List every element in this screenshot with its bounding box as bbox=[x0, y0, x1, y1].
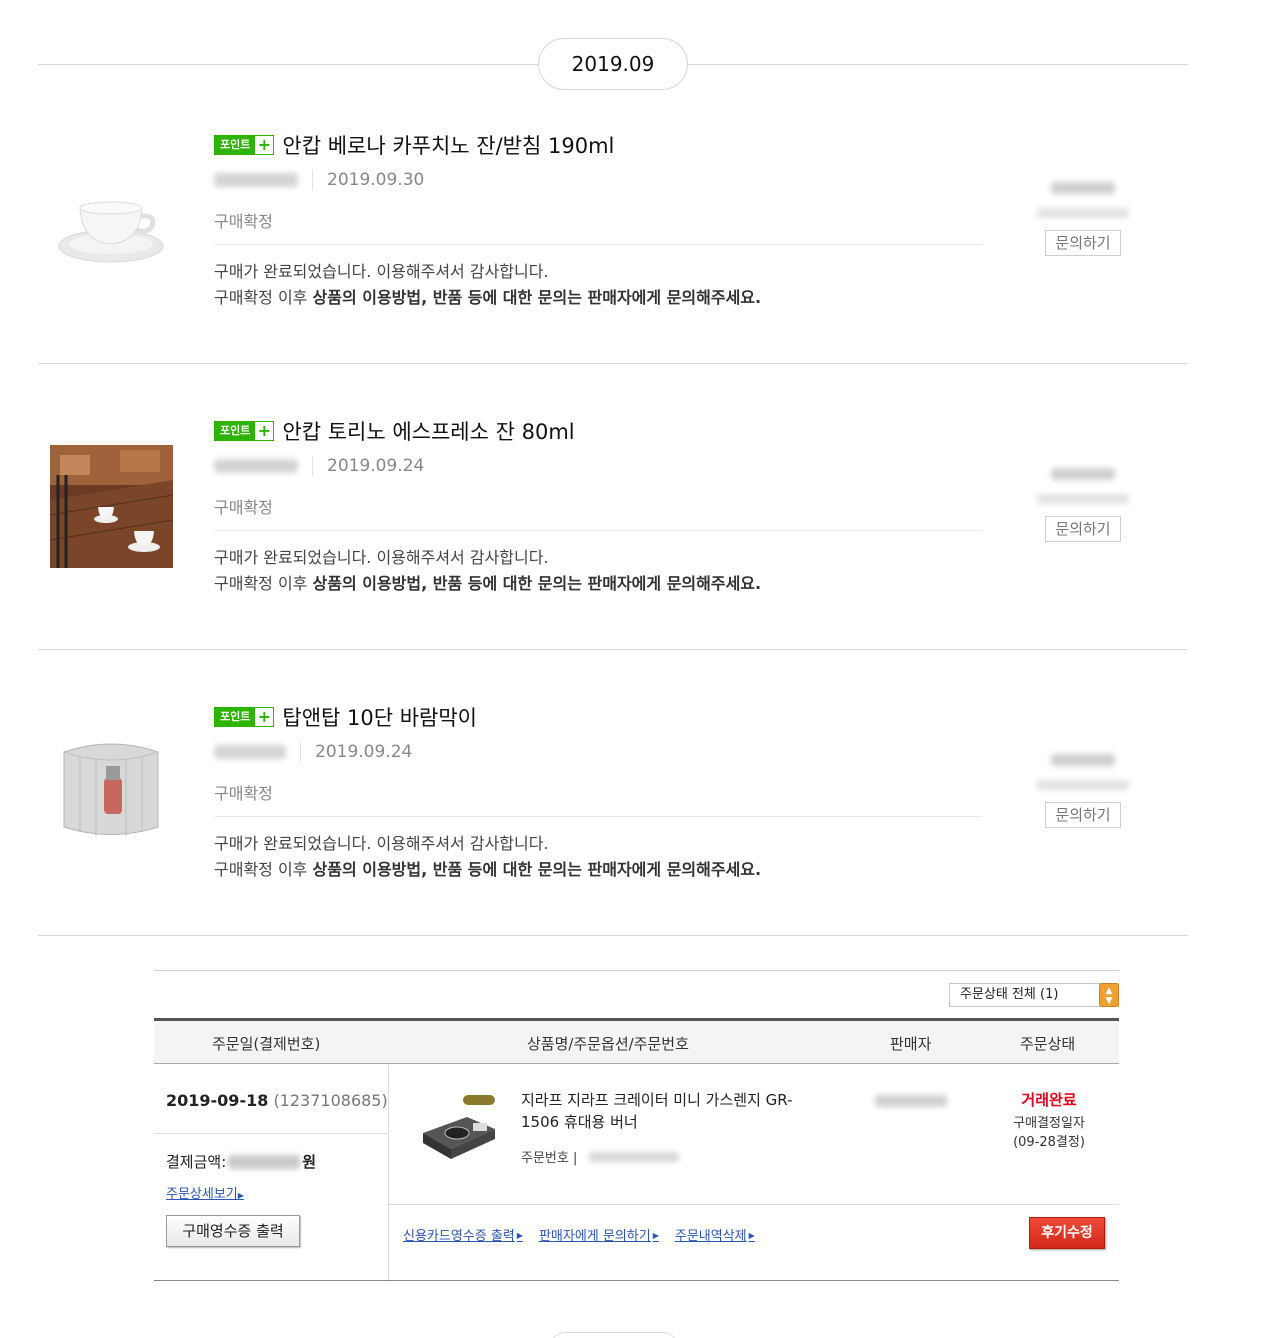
print-receipt-button[interactable]: 구매영수증 출력 bbox=[166, 1215, 300, 1247]
payment-amount: 결제금액: 원 bbox=[166, 1153, 317, 1171]
seller-info: 문의하기 bbox=[1018, 468, 1148, 542]
order-message: 구매가 완료되었습니다. 이용해주셔서 감사합니다. 구매확정 이후 상품의 이… bbox=[214, 834, 762, 879]
table-bottom-divider bbox=[154, 1280, 1119, 1281]
seller-inquiry-link[interactable]: 판매자에게 문의하기 ▶ bbox=[539, 1225, 659, 1244]
price-blurred bbox=[214, 745, 286, 759]
order-date: 2019.09.30 bbox=[327, 170, 425, 190]
order-message: 구매가 완료되었습니다. 이용해주셔서 감사합니다. 구매확정 이후 상품의 이… bbox=[214, 548, 762, 593]
product-title[interactable]: 안캅 토리노 에스프레소 잔 80ml bbox=[282, 416, 574, 446]
gas-burner-icon[interactable] bbox=[417, 1093, 499, 1163]
product-title[interactable]: 안캅 베로나 카푸치노 잔/받침 190ml bbox=[282, 130, 614, 160]
order-date: 2019.09.24 bbox=[315, 742, 413, 762]
next-month-pill bbox=[550, 1332, 678, 1338]
order-links: 신용카드영수증 출력 ▶ 판매자에게 문의하기 ▶ 주문내역삭제 ▶ bbox=[403, 1225, 755, 1244]
order-status: 구매확정 bbox=[214, 212, 273, 231]
order-number: 주문번호 | bbox=[521, 1147, 680, 1166]
product-name[interactable]: 지라프 지라프 크레이터 미니 가스렌지 GR-1506 휴대용 버너 bbox=[521, 1089, 813, 1133]
inquiry-button[interactable]: 문의하기 bbox=[1045, 230, 1121, 256]
table-header: 주문일(결제번호) 상품명/주문옵션/주문번호 판매자 주문상태 bbox=[154, 1018, 1119, 1064]
order-status: 구매확정 bbox=[214, 784, 273, 803]
seller-info: 문의하기 bbox=[1018, 754, 1148, 828]
order-message: 구매가 완료되었습니다. 이용해주셔서 감사합니다. 구매확정 이후 상품의 이… bbox=[214, 262, 762, 307]
order-detail-link[interactable]: 주문상세보기▶ bbox=[166, 1183, 244, 1202]
order-item: 포인트 + 탑앤탑 10단 바람막이 2019.09.24 구매확정 구매가 완료… bbox=[38, 650, 1188, 936]
order-item: 포인트 + 안캅 토리노 에스프레소 잔 80ml 2019.09.24 구매확정… bbox=[38, 364, 1188, 650]
seller-info: 문의하기 bbox=[1018, 182, 1148, 256]
order-item: 포인트 + 안캅 베로나 카푸치노 잔/받침 190ml 2019.09.30 구… bbox=[38, 78, 1188, 364]
dropdown-arrow-icon: ▲ ▼ bbox=[1099, 983, 1119, 1007]
point-badge: 포인트 + bbox=[214, 421, 275, 441]
price-blurred bbox=[214, 173, 298, 187]
order-product: 지라프 지라프 크레이터 미니 가스렌지 GR-1506 휴대용 버너 주문번호… bbox=[389, 1065, 1119, 1282]
header-order-date: 주문일(결제번호) bbox=[212, 1035, 321, 1053]
product-title[interactable]: 탑앤탑 10단 바람막이 bbox=[282, 702, 477, 732]
card-receipt-link[interactable]: 신용카드영수증 출력 ▶ bbox=[403, 1225, 523, 1244]
order-date: 2019.09.24 bbox=[327, 456, 425, 476]
edit-review-button[interactable]: 후기수정 bbox=[1029, 1217, 1105, 1249]
order-table: 주문상태 전체 (1) ▲ ▼ 주문일(결제번호) 상품명/주문옵션/주문번호 판… bbox=[154, 970, 1119, 1282]
header-seller: 판매자 bbox=[890, 1035, 932, 1053]
seller-blurred bbox=[875, 1095, 947, 1107]
header-state: 주문상태 bbox=[1020, 1035, 1076, 1053]
order-summary: 2019-09-18 (1237108685) 결제금액: 원 주문상세보기▶ … bbox=[154, 1065, 389, 1282]
windscreen-icon[interactable] bbox=[50, 732, 173, 855]
price-blurred bbox=[214, 459, 298, 473]
inquiry-button[interactable]: 문의하기 bbox=[1045, 802, 1121, 828]
point-badge: 포인트 + bbox=[214, 135, 275, 155]
inquiry-button[interactable]: 문의하기 bbox=[1045, 516, 1121, 542]
point-badge: 포인트 + bbox=[214, 707, 275, 727]
order-state: 거래완료 구매결정일자 (09-28결정) bbox=[1013, 1091, 1085, 1150]
order-status: 구매확정 bbox=[214, 498, 273, 517]
order-status-filter[interactable]: 주문상태 전체 (1) ▲ ▼ bbox=[949, 983, 1119, 1007]
cappuccino-cup-icon[interactable] bbox=[50, 168, 173, 291]
order-date: 2019-09-18 (1237108685) bbox=[166, 1091, 388, 1110]
header-product: 상품명/주문옵션/주문번호 bbox=[527, 1035, 689, 1053]
delete-order-link[interactable]: 주문내역삭제 ▶ bbox=[675, 1225, 755, 1244]
espresso-cups-photo[interactable] bbox=[49, 445, 174, 568]
